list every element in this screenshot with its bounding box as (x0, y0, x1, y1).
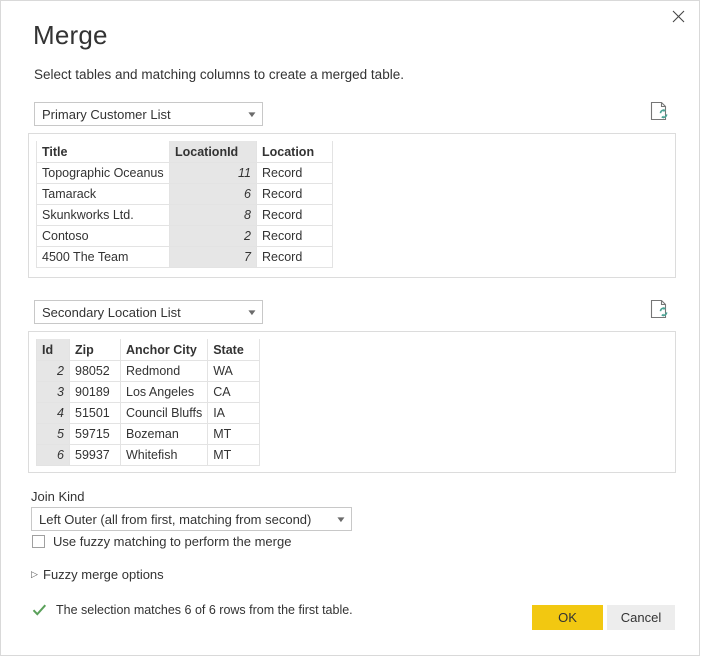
fuzzy-matching-checkbox-label: Use fuzzy matching to perform the merge (53, 534, 291, 549)
column-header-zip[interactable]: Zip (70, 339, 121, 361)
close-icon (672, 10, 685, 23)
close-button[interactable] (657, 1, 699, 31)
merge-dialog: Merge Select tables and matching columns… (0, 0, 700, 656)
cell-zip: 59715 (70, 424, 121, 445)
ok-button[interactable]: OK (532, 605, 603, 630)
fuzzy-merge-options-expander[interactable]: ▷ Fuzzy merge options (31, 567, 164, 582)
cell-location: Record (257, 184, 333, 205)
cell-locationid: 6 (170, 184, 257, 205)
page-subtitle: Select tables and matching columns to cr… (34, 67, 404, 82)
status-message: The selection matches 6 of 6 rows from t… (32, 603, 353, 617)
cell-locationid: 8 (170, 205, 257, 226)
table-row: 5 59715 Bozeman MT (37, 424, 260, 445)
cell-title: Tamarack (37, 184, 170, 205)
secondary-table-dropdown[interactable]: Secondary Location List ▼ (34, 300, 263, 324)
cell-anchor-city: Los Angeles (121, 382, 208, 403)
table-header-row: Title LocationId Location (37, 141, 333, 163)
status-message-text: The selection matches 6 of 6 rows from t… (56, 603, 353, 617)
cell-state: MT (208, 445, 260, 466)
column-header-locationid[interactable]: LocationId (170, 141, 257, 163)
cell-zip: 98052 (70, 361, 121, 382)
secondary-table-dropdown-value: Secondary Location List (35, 305, 242, 320)
column-header-anchor-city[interactable]: Anchor City (121, 339, 208, 361)
cell-title: Contoso (37, 226, 170, 247)
secondary-preview-table: Id Zip Anchor City State 2 98052 Redmond… (36, 339, 260, 466)
cell-title: 4500 The Team (37, 247, 170, 268)
checkmark-icon (32, 603, 47, 617)
table-header-row: Id Zip Anchor City State (37, 339, 260, 361)
join-kind-label: Join Kind (31, 489, 84, 504)
cell-zip: 59937 (70, 445, 121, 466)
table-row: 6 59937 Whitefish MT (37, 445, 260, 466)
primary-preview-table: Title LocationId Location Topographic Oc… (36, 141, 333, 268)
cell-location: Record (257, 247, 333, 268)
fuzzy-matching-checkbox[interactable]: Use fuzzy matching to perform the merge (32, 534, 291, 549)
cell-id: 3 (37, 382, 70, 403)
table-row: 4 51501 Council Bluffs IA (37, 403, 260, 424)
cell-id: 2 (37, 361, 70, 382)
table-row: Tamarack 6 Record (37, 184, 333, 205)
cell-location: Record (257, 226, 333, 247)
cell-title: Skunkworks Ltd. (37, 205, 170, 226)
cell-id: 4 (37, 403, 70, 424)
chevron-down-icon: ▼ (326, 515, 356, 524)
join-kind-dropdown-value: Left Outer (all from first, matching fro… (32, 512, 331, 527)
cell-anchor-city: Whitefish (121, 445, 208, 466)
cancel-button[interactable]: Cancel (607, 605, 675, 630)
cell-zip: 51501 (70, 403, 121, 424)
cell-state: WA (208, 361, 260, 382)
secondary-refresh-preview-button[interactable] (650, 299, 668, 319)
table-row: Topographic Oceanus 11 Record (37, 163, 333, 184)
cell-locationid: 2 (170, 226, 257, 247)
chevron-down-icon: ▼ (237, 308, 267, 317)
cell-state: IA (208, 403, 260, 424)
chevron-down-icon: ▼ (237, 110, 267, 119)
cell-state: CA (208, 382, 260, 403)
chevron-right-icon: ▷ (31, 569, 43, 580)
page-refresh-icon (650, 101, 668, 121)
primary-table-dropdown-value: Primary Customer List (35, 107, 242, 122)
cell-anchor-city: Redmond (121, 361, 208, 382)
cell-locationid: 11 (170, 163, 257, 184)
column-header-id[interactable]: Id (37, 339, 70, 361)
primary-refresh-preview-button[interactable] (650, 101, 668, 121)
cell-id: 6 (37, 445, 70, 466)
secondary-table-preview[interactable]: Id Zip Anchor City State 2 98052 Redmond… (28, 331, 676, 473)
column-header-state[interactable]: State (208, 339, 260, 361)
cell-anchor-city: Council Bluffs (121, 403, 208, 424)
cell-location: Record (257, 163, 333, 184)
cell-title: Topographic Oceanus (37, 163, 170, 184)
fuzzy-merge-options-label: Fuzzy merge options (43, 567, 164, 582)
primary-table-preview[interactable]: Title LocationId Location Topographic Oc… (28, 133, 676, 278)
cell-id: 5 (37, 424, 70, 445)
table-row: 3 90189 Los Angeles CA (37, 382, 260, 403)
column-header-title[interactable]: Title (37, 141, 170, 163)
cell-zip: 90189 (70, 382, 121, 403)
page-title: Merge (33, 20, 108, 51)
table-row: Contoso 2 Record (37, 226, 333, 247)
checkbox-box-icon (32, 535, 45, 548)
primary-table-dropdown[interactable]: Primary Customer List ▼ (34, 102, 263, 126)
column-header-location[interactable]: Location (257, 141, 333, 163)
page-refresh-icon (650, 299, 668, 319)
cell-anchor-city: Bozeman (121, 424, 208, 445)
join-kind-dropdown[interactable]: Left Outer (all from first, matching fro… (31, 507, 352, 531)
cell-state: MT (208, 424, 260, 445)
table-row: 4500 The Team 7 Record (37, 247, 333, 268)
cell-locationid: 7 (170, 247, 257, 268)
table-row: 2 98052 Redmond WA (37, 361, 260, 382)
table-row: Skunkworks Ltd. 8 Record (37, 205, 333, 226)
cell-location: Record (257, 205, 333, 226)
